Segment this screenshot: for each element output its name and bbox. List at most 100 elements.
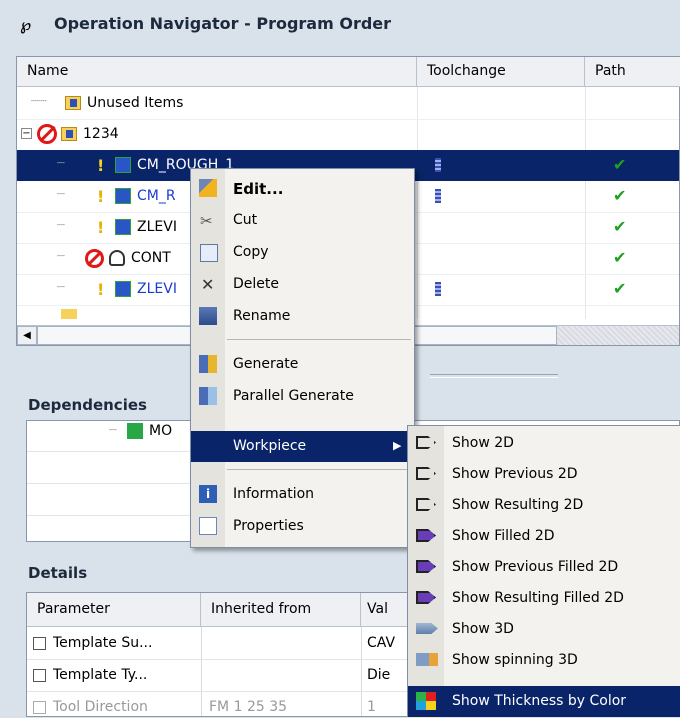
show-resulting-filled-2d-icon [416,591,436,604]
parameter-checkbox[interactable] [33,669,46,682]
show-2d-icon [416,436,436,449]
menu-item-label: Cut [233,212,258,228]
properties-icon [199,517,217,535]
context-menu: Edit... ✂ Cut Copy ✕ Delete Rename Gener… [190,168,415,548]
submenu-item-show-thickness-by-color[interactable]: Show Thickness by Color [408,686,680,717]
tree-connector: ┈┈ [31,94,47,109]
group-folder-icon [61,127,77,141]
menu-item-properties[interactable]: Properties [191,511,414,542]
copy-icon [200,244,218,262]
menu-item-label: Delete [233,276,279,292]
path-ok-icon: ✔ [613,155,627,174]
menu-item-label: Generate [233,356,299,372]
parameter-name: Tool Direction [53,699,148,715]
group-folder-icon [61,309,77,319]
parameter-name: Template Su... [53,635,153,651]
submenu-item-show-filled-2d[interactable]: Show Filled 2D [408,521,680,552]
warning-bulb-icon: ! [97,280,105,299]
column-header-name[interactable]: Name [17,57,417,87]
no-entry-icon [37,124,57,144]
submenu-arrow-icon: ▶ [393,439,402,452]
toolchange-icon [435,158,441,172]
menu-item-label: Show Previous 2D [452,466,578,482]
menu-item-label: Show Filled 2D [452,528,555,544]
menu-item-workpiece[interactable]: Workpiece ▶ [191,431,414,462]
cavity-mill-icon [115,157,131,173]
menu-item-generate[interactable]: Generate [191,349,414,380]
scroll-left-arrow[interactable]: ◀ [17,326,37,345]
menu-item-cut[interactable]: ✂ Cut [191,205,414,236]
menu-separator [227,339,411,340]
menu-item-label: Show Resulting Filled 2D [452,590,624,606]
column-header-inherited-from[interactable]: Inherited from [201,593,361,627]
submenu-item-show-3d[interactable]: Show 3D [408,614,680,645]
show-previous-filled-2d-icon [416,560,436,573]
zlevel-mill-icon [115,281,131,297]
workpiece-submenu: Show 2D Show Previous 2D Show Resulting … [407,425,680,718]
menu-item-label: Show Resulting 2D [452,497,584,513]
submenu-item-show-previous-2d[interactable]: Show Previous 2D [408,459,680,490]
parameter-value: Die [367,667,391,683]
menu-item-information[interactable]: i Information [191,479,414,510]
no-entry-icon [85,249,104,268]
menu-item-parallel-generate[interactable]: Parallel Generate [191,381,414,412]
tree-connector: ┈ [109,423,117,438]
tree-row-label: ZLEVI [137,281,177,297]
toolchange-icon [435,282,441,296]
tree-row-label: 1234 [83,126,119,142]
path-ok-icon: ✔ [613,217,627,236]
tree-connector: ┈ [57,249,65,264]
collapse-icon[interactable]: − [21,128,32,139]
parameter-name: Template Ty... [53,667,148,683]
tree-row-1234[interactable]: − 1234 [17,119,679,151]
submenu-item-show-resulting-2d[interactable]: Show Resulting 2D [408,490,680,521]
warning-bulb-icon: ! [97,187,105,206]
navigator-header: Name Toolchange Path [17,57,680,87]
menu-item-delete[interactable]: ✕ Delete [191,269,414,300]
tree-row-unused-items[interactable]: ┈┈ Unused Items [17,88,679,120]
show-resulting-2d-icon [416,498,436,511]
thickness-color-icon [416,692,436,710]
parameter-checkbox[interactable] [33,701,46,714]
dependencies-title: Dependencies [28,396,147,414]
tree-connector: ┈ [57,218,65,233]
group-folder-icon [65,96,81,110]
cut-icon: ✂ [200,212,213,230]
parameter-checkbox[interactable] [33,637,46,650]
path-ok-icon: ✔ [613,248,627,267]
parameter-inherited: FM 1 25 35 [209,699,288,715]
tree-connector: ┈ [57,280,65,295]
path-ok-icon: ✔ [613,186,627,205]
submenu-item-show-resulting-filled-2d[interactable]: Show Resulting Filled 2D [408,583,680,614]
menu-item-label: Show 2D [452,435,514,451]
submenu-item-show-2d[interactable]: Show 2D [408,428,680,459]
column-header-parameter[interactable]: Parameter [27,593,201,627]
column-header-path[interactable]: Path [585,57,680,87]
pane-splitter[interactable] [430,374,558,378]
path-ok-icon: ✔ [613,279,627,298]
edit-icon [199,179,217,197]
submenu-item-show-previous-filled-2d[interactable]: Show Previous Filled 2D [408,552,680,583]
tree-row-label: CM_R [137,188,176,204]
details-title: Details [28,564,88,582]
menu-item-label: Show Thickness by Color [452,693,627,709]
zlevel-mill-icon [115,219,131,235]
menu-item-label: Show 3D [452,621,514,637]
warning-bulb-icon: ! [97,156,105,175]
menu-item-edit[interactable]: Edit... [191,173,414,204]
menu-item-label: Rename [233,308,291,324]
toolchange-icon [435,189,441,203]
pin-icon[interactable]: ℘ [20,15,31,34]
navigator-title-bar: ℘ Operation Navigator - Program Order [0,0,680,56]
parallel-generate-icon [199,387,217,405]
menu-item-copy[interactable]: Copy [191,237,414,268]
information-icon: i [199,485,217,503]
menu-item-rename[interactable]: Rename [191,301,414,332]
dependency-item[interactable]: MO [149,423,172,439]
cavity-mill-icon [115,188,131,204]
menu-item-label: Edit... [233,180,284,198]
warning-bulb-icon: ! [97,218,105,237]
tree-connector: ┈ [57,156,65,171]
column-header-toolchange[interactable]: Toolchange [417,57,585,87]
submenu-item-show-spinning-3d[interactable]: Show spinning 3D [408,645,680,676]
